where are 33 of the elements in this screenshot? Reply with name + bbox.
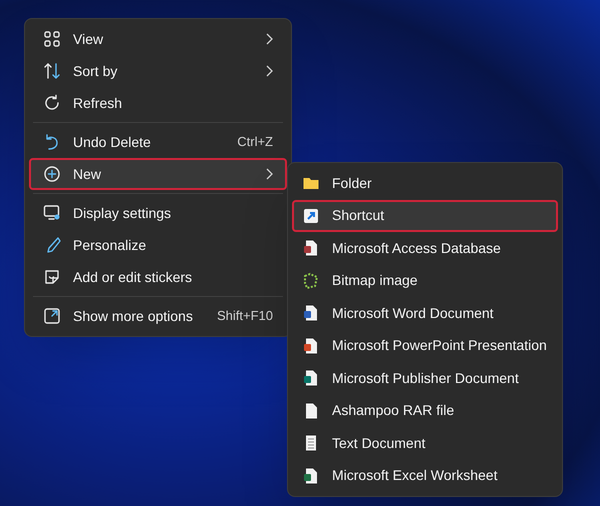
shortcut-text: Shift+F10 [216, 307, 273, 326]
menu-item[interactable]: View [29, 23, 287, 55]
submenu-item[interactable]: Text Document [292, 427, 558, 460]
submenu-item[interactable]: Microsoft PowerPoint Presentation [292, 330, 558, 362]
expand-window-icon [43, 307, 61, 325]
access-file-icon [302, 239, 320, 258]
menu-item[interactable]: Refresh [29, 87, 287, 119]
powerpoint-file-icon [302, 336, 320, 355]
submenu-item[interactable]: Microsoft Access Database [292, 232, 558, 264]
sticker-icon [43, 268, 61, 286]
excel-file-icon [302, 466, 320, 485]
submenu-item[interactable]: Bitmap image [292, 264, 558, 297]
menu-item[interactable]: Personalize [29, 229, 287, 261]
menu-item[interactable]: Sort by [29, 55, 287, 87]
submenu-item[interactable]: Shortcut [292, 200, 558, 232]
submenu-item[interactable]: Microsoft Publisher Document [292, 362, 558, 394]
sort-arrows-icon [43, 62, 61, 80]
menu-item[interactable]: New [29, 158, 287, 190]
plus-circle-icon [43, 165, 61, 183]
submenu-item[interactable]: Microsoft Excel Worksheet [292, 460, 558, 492]
menu-item[interactable]: Show more options Shift+F10 [29, 300, 287, 332]
grid-icon [43, 30, 61, 48]
submenu-item[interactable]: Microsoft Word Document [292, 297, 558, 330]
menu-item[interactable]: Undo Delete Ctrl+Z [29, 126, 287, 158]
publisher-file-icon [302, 369, 320, 388]
menu-item[interactable]: Add or edit stickers [29, 261, 287, 293]
menu-item[interactable]: Display settings [29, 197, 287, 229]
word-file-icon [302, 304, 320, 322]
submenu-item[interactable]: Folder [292, 167, 558, 200]
refresh-icon [43, 94, 61, 112]
shortcut-text: Ctrl+Z [237, 133, 273, 152]
submenu-item[interactable]: Ashampoo RAR file [292, 394, 558, 427]
bitmap-icon [302, 272, 320, 290]
